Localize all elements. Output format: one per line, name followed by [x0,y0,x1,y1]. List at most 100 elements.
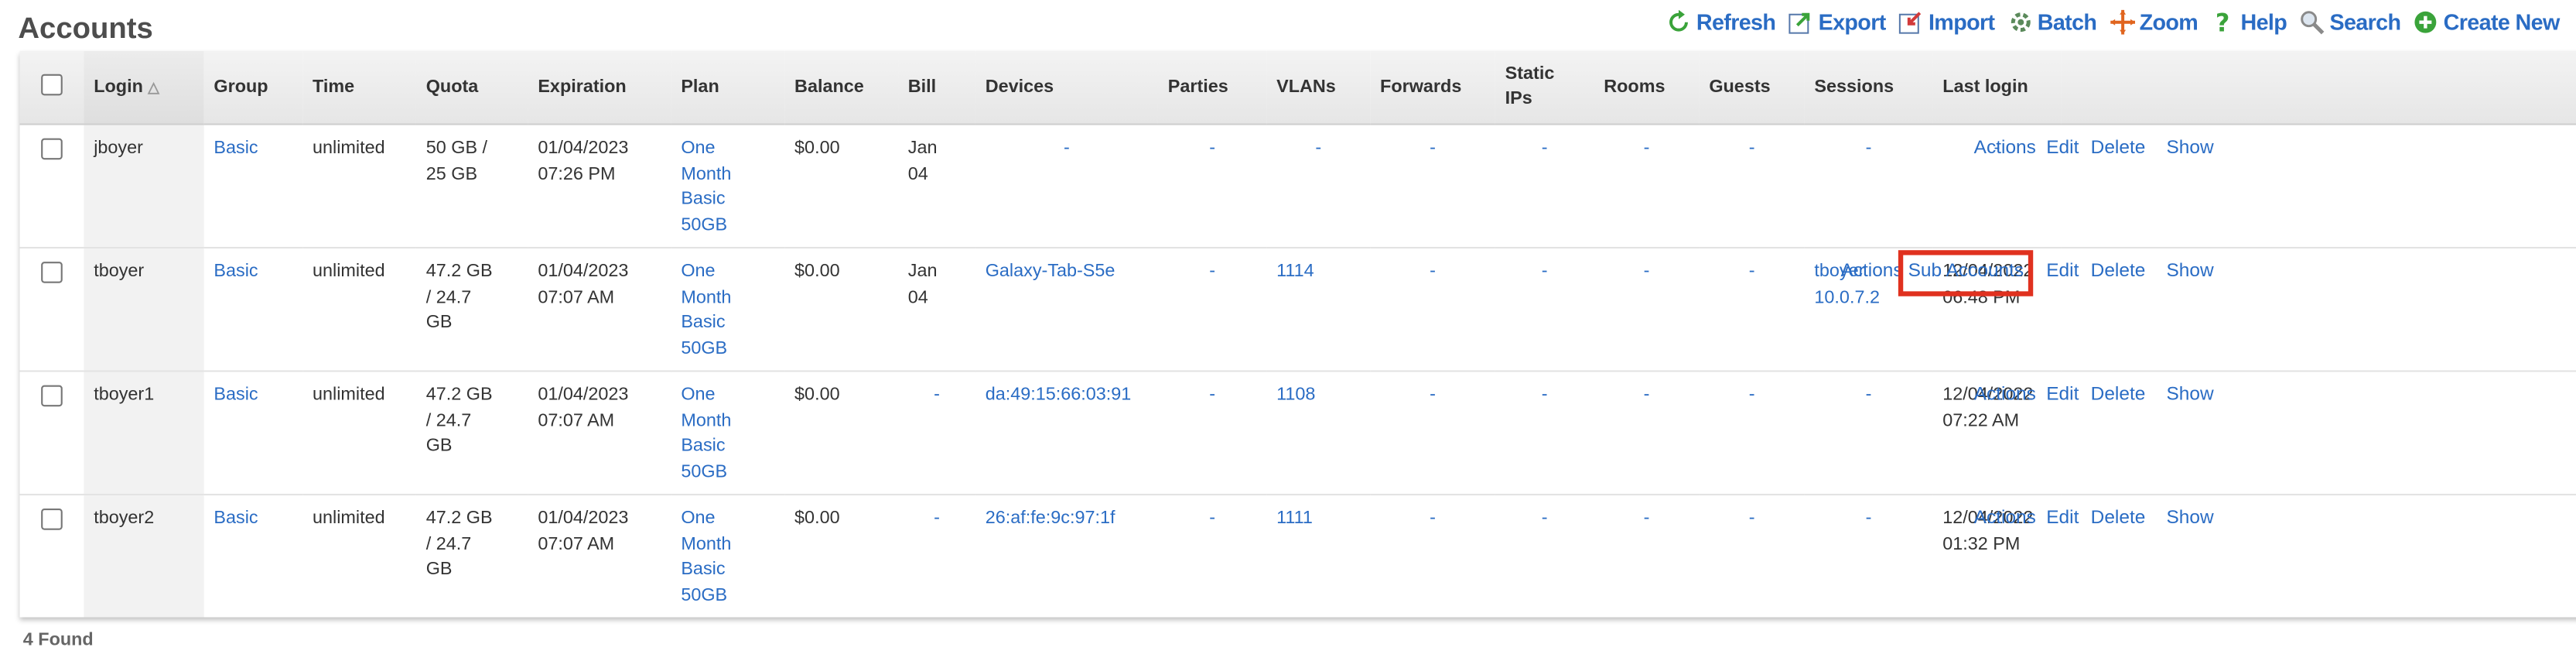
row-checkbox[interactable] [41,138,63,160]
plan-link-line[interactable]: Month [681,164,731,184]
column-header-expiration[interactable]: Expiration [528,50,671,125]
plan-link-line[interactable]: Month [681,534,731,554]
parties-link[interactable]: - [1209,385,1215,406]
search-button[interactable]: Search [2300,10,2401,35]
delete-button[interactable]: Delete [2091,260,2146,286]
devices-link[interactable]: 26:af:fe:9c:97:1f [986,509,1115,529]
select-all-checkbox[interactable] [41,73,63,95]
rooms-link[interactable]: - [1644,139,1650,159]
plan-link-line[interactable]: One [681,509,715,529]
group-link[interactable]: Basic [214,262,258,282]
plan-link-line[interactable]: One [681,385,715,406]
rooms-link[interactable]: - [1644,385,1650,406]
column-header-plan[interactable]: Plan [671,50,785,125]
parties-link[interactable]: - [1209,509,1215,529]
edit-button[interactable]: Edit [2046,383,2079,409]
forwards-link[interactable]: - [1430,139,1436,159]
edit-button[interactable]: Edit [2046,136,2079,162]
column-header-group[interactable]: Group [203,50,303,125]
batch-button[interactable]: Batch [2007,10,2097,35]
column-header-balance[interactable]: Balance [784,50,899,125]
plan-link-line[interactable]: 50GB [681,461,727,481]
guests-link[interactable]: - [1749,509,1755,529]
actions-button[interactable]: Actions [1974,136,2036,162]
devices-link[interactable]: - [1064,139,1070,159]
column-header-parties[interactable]: Parties [1157,50,1267,125]
import-button[interactable]: Import [1899,10,1995,35]
column-header-guests[interactable]: Guests [1699,50,1805,125]
create-new-button[interactable]: Create New [2414,10,2560,35]
column-header-bill[interactable]: Bill [898,50,975,125]
plan-link-line[interactable]: Basic [681,190,725,210]
actions-button[interactable]: Actions [1974,383,2036,409]
column-header-sessions[interactable]: Sessions [1804,50,1933,125]
plan-link-line[interactable]: Basic [681,313,725,333]
guests-link[interactable]: - [1749,262,1755,282]
static-ips-link[interactable]: - [1542,509,1548,529]
plan-link-line[interactable]: One [681,262,715,282]
show-button[interactable]: Show [2166,260,2213,286]
group-link[interactable]: Basic [214,385,258,406]
vlans-link[interactable]: 1111 [1276,509,1313,529]
plan-link-line[interactable]: 50GB [681,338,727,358]
export-button[interactable]: Export [1789,10,1886,35]
column-header-static-ips[interactable]: Static IPs [1495,50,1594,125]
session-link-line[interactable]: 10.0.7.2 [1814,287,1880,307]
devices-link[interactable]: da:49:15:66:03:91 [986,385,1132,406]
actions-button[interactable]: Actions [1840,260,1902,286]
static-ips-link[interactable]: - [1542,262,1548,282]
rooms-link[interactable]: - [1644,509,1650,529]
group-link[interactable]: Basic [214,509,258,529]
plan-link-line[interactable]: 50GB [681,585,727,605]
refresh-button[interactable]: Refresh [1667,9,1776,35]
session-link-line[interactable]: - [1866,139,1872,159]
forwards-link[interactable]: - [1430,385,1436,406]
delete-button[interactable]: Delete [2091,507,2146,533]
edit-button[interactable]: Edit [2046,260,2079,286]
parties-link[interactable]: - [1209,262,1215,282]
static-ips-link[interactable]: - [1542,385,1548,406]
delete-button[interactable]: Delete [2091,383,2146,409]
row-checkbox[interactable] [41,385,63,407]
plan-link-line[interactable]: Basic [681,436,725,456]
plan-link-line[interactable]: Basic [681,560,725,580]
column-header-time[interactable]: Time [302,50,416,125]
actions-button[interactable]: Actions [1974,507,2036,533]
plan-link-line[interactable]: One [681,139,715,159]
sub-accounts-button[interactable]: Sub Accounts [1898,250,2034,296]
zoom-button[interactable]: Zoom [2110,9,2198,35]
show-button[interactable]: Show [2166,507,2213,533]
plan-link-line[interactable]: Month [681,411,731,431]
group-link[interactable]: Basic [214,139,258,159]
session-link-line[interactable]: - [1866,509,1872,529]
column-header-vlans[interactable]: VLANs [1266,50,1371,125]
help-button[interactable]: ? Help [2211,10,2287,35]
vlans-link[interactable]: 1114 [1276,262,1314,282]
forwards-link[interactable]: - [1430,262,1436,282]
row-checkbox[interactable] [41,262,63,283]
column-header-last-login[interactable]: Last login [1932,50,2062,125]
guests-link[interactable]: - [1749,385,1755,406]
show-button[interactable]: Show [2166,383,2213,409]
column-header-rooms[interactable]: Rooms [1594,50,1700,125]
delete-button[interactable]: Delete [2091,136,2146,162]
static-ips-link[interactable]: - [1542,139,1548,159]
row-checkbox[interactable] [41,509,63,530]
column-header-login[interactable]: Login △ [84,50,204,125]
forwards-cell: - [1370,371,1495,496]
column-header-devices[interactable]: Devices [975,50,1158,125]
vlans-link[interactable]: 1108 [1276,385,1315,406]
guests-link[interactable]: - [1749,139,1755,159]
plan-link-line[interactable]: 50GB [681,214,727,235]
vlans-link[interactable]: - [1315,139,1321,159]
show-button[interactable]: Show [2166,136,2213,162]
forwards-link[interactable]: - [1430,509,1436,529]
edit-button[interactable]: Edit [2046,507,2079,533]
column-header-forwards[interactable]: Forwards [1370,50,1495,125]
plan-link-line[interactable]: Month [681,287,731,307]
parties-link[interactable]: - [1209,139,1215,159]
session-link-line[interactable]: - [1866,385,1872,406]
column-header-quota[interactable]: Quota [415,50,528,125]
devices-link[interactable]: Galaxy-Tab-S5e [986,262,1115,282]
rooms-link[interactable]: - [1644,262,1650,282]
